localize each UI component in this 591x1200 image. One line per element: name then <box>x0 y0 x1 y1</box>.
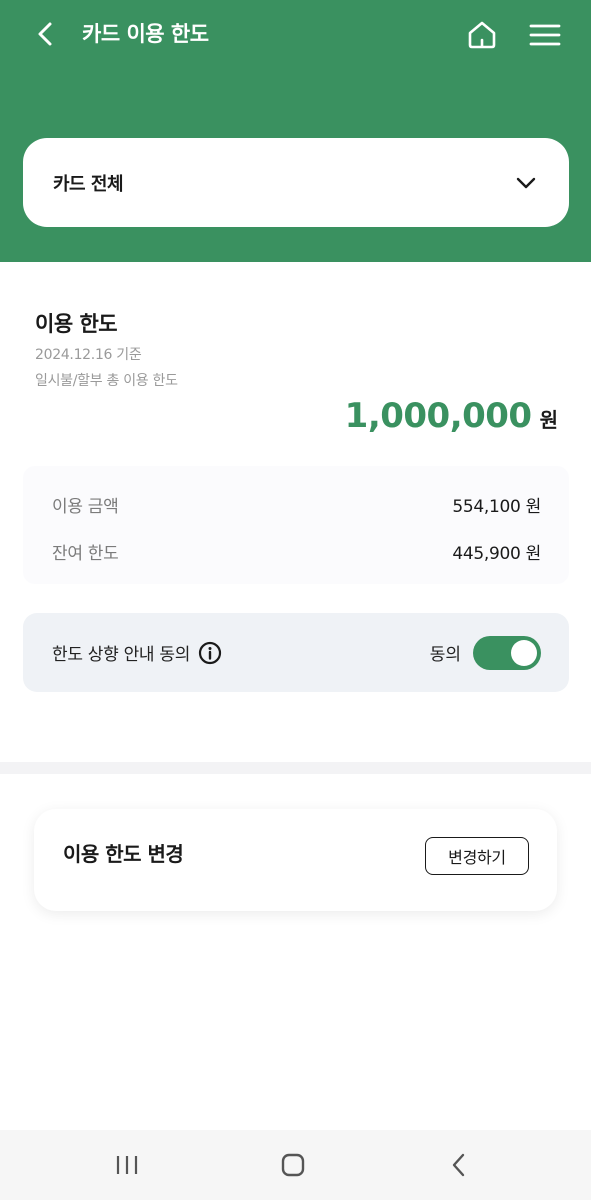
usage-label: 이용 금액 <box>52 496 119 517</box>
home-icon <box>468 21 496 49</box>
change-limit-button[interactable]: 변경하기 <box>425 837 529 875</box>
limit-title: 이용 한도 <box>35 312 118 336</box>
limit-increase-consent: 한도 상향 안내 동의 동의 <box>23 613 569 692</box>
limit-amount-unit: 원 <box>539 408 558 432</box>
limit-change-title: 이용 한도 변경 <box>63 842 184 866</box>
card-select-label: 카드 전체 <box>53 173 124 195</box>
header: 카드 이용 한도 카드 전체 <box>0 0 591 262</box>
home-nav-button[interactable] <box>273 1145 313 1185</box>
home-button[interactable] <box>463 16 501 54</box>
recent-apps-icon <box>116 1156 138 1174</box>
back-nav-button[interactable] <box>439 1145 479 1185</box>
limit-description: 일시불/할부 총 이용 한도 <box>35 373 178 389</box>
limit-amount-value: 1,000,000 <box>344 396 532 436</box>
limit-amount: 1,000,000 원 <box>345 396 558 436</box>
page-title: 카드 이용 한도 <box>82 22 209 46</box>
usage-label: 잔여 한도 <box>52 543 119 564</box>
consent-toggle[interactable] <box>473 635 541 670</box>
chevron-down-icon <box>516 177 536 188</box>
consent-agree-label: 동의 <box>429 645 461 665</box>
section-divider <box>0 762 591 774</box>
back-icon <box>38 22 52 46</box>
recent-apps-button[interactable] <box>107 1145 147 1185</box>
menu-button[interactable] <box>526 16 564 54</box>
back-nav-icon <box>452 1153 465 1177</box>
system-navbar <box>0 1130 591 1200</box>
limit-change-card: 이용 한도 변경 변경하기 <box>34 809 557 911</box>
usage-row-remaining: 잔여 한도 445,900 원 <box>52 537 541 565</box>
limit-date: 2024.12.16 기준 <box>35 347 142 363</box>
consent-label: 한도 상향 안내 동의 <box>52 645 191 665</box>
menu-icon <box>529 24 561 46</box>
usage-value: 445,900 원 <box>452 543 541 564</box>
toggle-knob <box>511 639 537 666</box>
info-icon[interactable] <box>198 641 222 665</box>
usage-value: 554,100 원 <box>452 496 541 517</box>
card-select-dropdown[interactable]: 카드 전체 <box>23 138 569 227</box>
usage-row-amount: 이용 금액 554,100 원 <box>52 490 541 518</box>
home-nav-icon <box>281 1153 305 1177</box>
back-button[interactable] <box>28 16 64 52</box>
usage-summary: 이용 금액 554,100 원 잔여 한도 445,900 원 <box>23 466 569 584</box>
